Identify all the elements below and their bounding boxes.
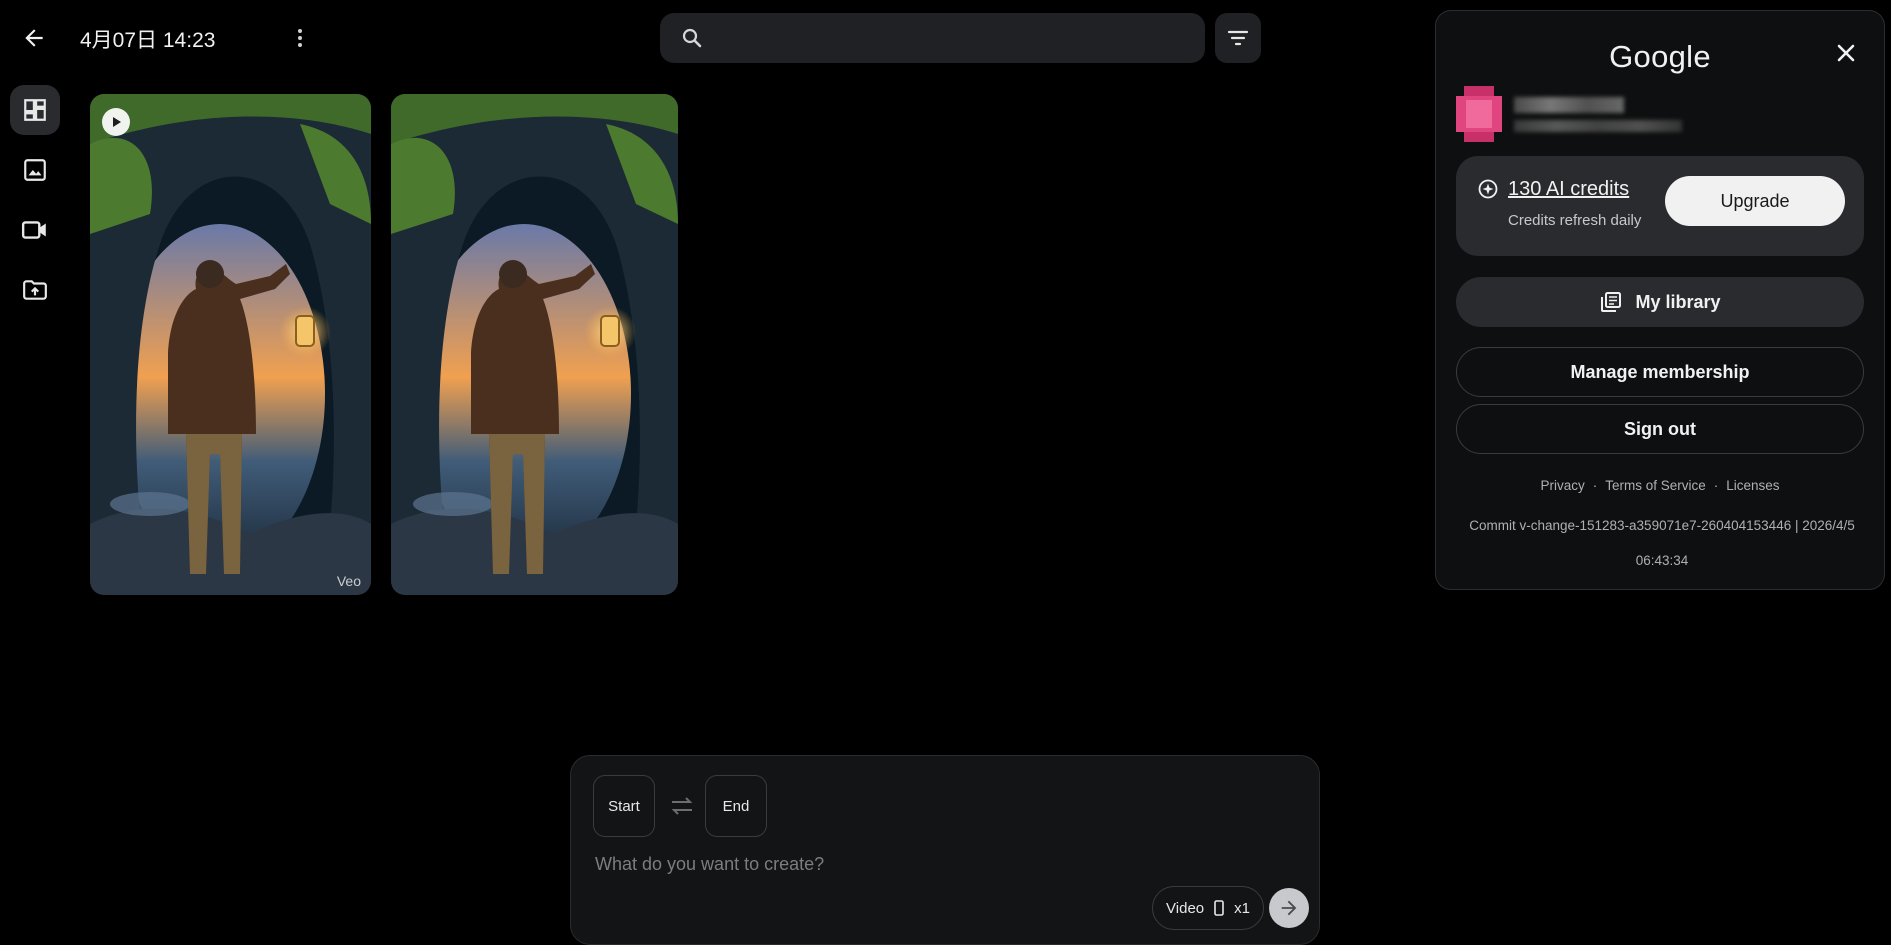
end-frame-button[interactable]: End: [705, 775, 767, 837]
separator: ·: [1713, 478, 1719, 493]
rail-dashboard[interactable]: [10, 85, 60, 135]
terms-link[interactable]: Terms of Service: [1605, 478, 1706, 493]
start-frame-button[interactable]: Start: [593, 775, 655, 837]
brand-logo: Google: [1609, 39, 1711, 74]
image-icon: [24, 159, 46, 181]
gallery-item[interactable]: Veo: [90, 94, 371, 595]
arrow-back-icon: [25, 29, 43, 47]
back-button[interactable]: [14, 18, 54, 58]
gallery-item[interactable]: [391, 94, 678, 595]
search-input[interactable]: [718, 13, 1205, 63]
commit-info: Commit v-change-151283-a359071e7-2604041…: [1469, 518, 1855, 568]
rail-videos[interactable]: [10, 205, 60, 255]
search-icon: [682, 28, 702, 48]
privacy-link[interactable]: Privacy: [1540, 478, 1584, 493]
page-title: 4月07日 14:23: [80, 29, 216, 52]
my-library-button[interactable]: My library: [1456, 277, 1864, 327]
play-badge: [102, 108, 130, 136]
close-button[interactable]: [1828, 35, 1864, 71]
credits-icon: [1478, 179, 1498, 199]
credits-subtext: Credits refresh daily: [1508, 212, 1642, 229]
filter-button[interactable]: [1215, 13, 1261, 63]
upload-folder-icon: [23, 280, 47, 300]
account-email-redacted: [1514, 120, 1682, 132]
thumbnail-image: [90, 94, 371, 595]
prompt-composer: Start End Video x1: [570, 755, 1320, 945]
arrow-forward-icon: [1281, 900, 1297, 916]
rail-images[interactable]: [10, 145, 60, 195]
swap-icon[interactable]: [669, 794, 695, 818]
sign-out-button[interactable]: Sign out: [1456, 404, 1864, 454]
more-vert-icon: [298, 29, 302, 47]
thumbnail-image: [391, 94, 678, 595]
send-button[interactable]: [1269, 888, 1309, 928]
manage-membership-button[interactable]: Manage membership: [1456, 347, 1864, 397]
credits-card: 130 AI credits Credits refresh daily Upg…: [1456, 156, 1864, 256]
prompt-input[interactable]: [593, 846, 1283, 882]
licenses-link[interactable]: Licenses: [1726, 478, 1779, 493]
footer-links: Privacy · Terms of Service · Licenses: [1436, 478, 1884, 493]
account-name-redacted: [1514, 97, 1624, 113]
dashboard-icon: [24, 99, 46, 121]
count-label: x1: [1234, 899, 1250, 917]
close-icon: [1837, 44, 1855, 62]
more-options-button[interactable]: [282, 18, 318, 58]
separator: ·: [1592, 478, 1598, 493]
videocam-icon: [21, 221, 46, 239]
credits-link[interactable]: 130 AI credits: [1508, 178, 1629, 201]
rail-uploads[interactable]: [10, 265, 60, 315]
mode-selector[interactable]: Video x1: [1152, 886, 1264, 930]
my-library-label: My library: [1635, 291, 1721, 312]
library-icon: [1601, 292, 1622, 312]
filter-icon: [1227, 30, 1249, 46]
play-icon: [113, 117, 121, 127]
mode-label: Video: [1166, 899, 1205, 917]
upgrade-button[interactable]: Upgrade: [1665, 176, 1845, 226]
avatar[interactable]: [1456, 86, 1502, 142]
portrait-aspect-icon: [1214, 900, 1224, 916]
account-panel: Google 130 AI credits Credits refresh da…: [1435, 10, 1885, 590]
model-tag: Veo: [336, 573, 361, 589]
search-bar: [660, 13, 1205, 63]
